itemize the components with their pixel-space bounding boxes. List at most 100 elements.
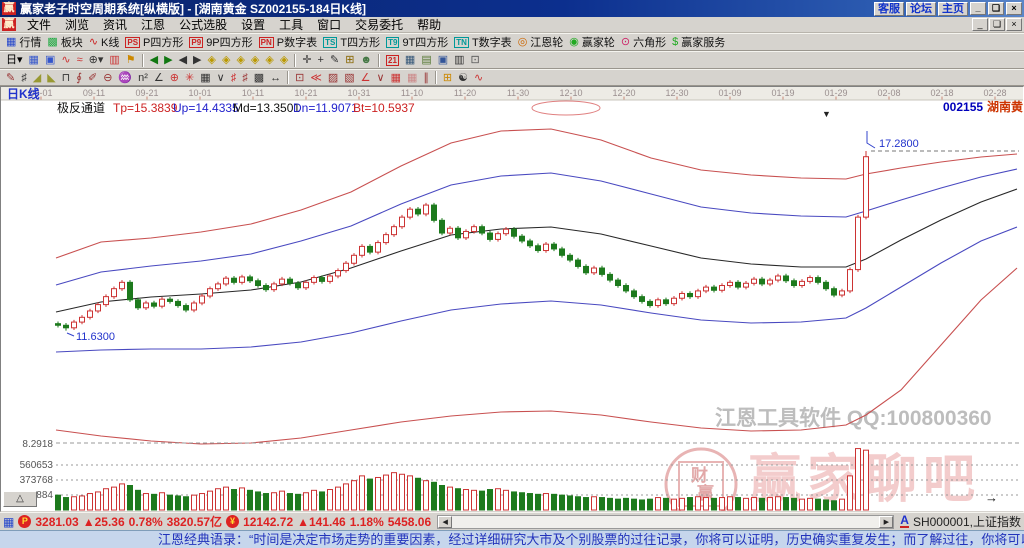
quote-table-icon[interactable]: ▦ [3,515,14,529]
pane-expand-button[interactable]: △ [3,491,37,507]
menu-工具[interactable]: 工具 [272,16,310,33]
sectors-button[interactable]: ▩板块 [44,34,85,50]
forum-button[interactable]: 论坛 [906,2,936,16]
span-arrows-button[interactable]: ↔ [267,70,284,86]
angle-tool-button[interactable]: ∠ [151,70,167,86]
time-fence-button[interactable]: ♯ [228,70,240,86]
menu-浏览[interactable]: 浏览 [58,16,96,33]
remote-sync-button[interactable]: ⊡ [468,52,483,68]
calendar-21-button[interactable]: 21 [383,52,402,68]
t-square-button[interactable]: TST四方形 [320,34,383,50]
p9-square-button[interactable]: P99P四方形 [186,34,255,50]
p-square-button[interactable]: PSP四方形 [122,34,186,50]
tab-daily-kline[interactable]: 日K线 [7,87,40,101]
target-circle-button[interactable]: ⊕ [167,70,182,86]
yinyang-button[interactable]: ☯ [455,70,471,86]
scroll-left-button[interactable]: ◀ [438,516,452,528]
status-scrollbar[interactable]: ◀ ▶ [437,515,894,529]
menu-设置[interactable]: 设置 [234,16,272,33]
pane-scroll-arrow[interactable]: → [985,490,998,505]
t9-square-button[interactable]: T99T四方形 [383,34,451,50]
diamond-v-expand-button[interactable]: ◈ [262,52,276,68]
restore-button[interactable]: ❏ [988,2,1004,15]
hand-tool-button[interactable]: ✛ [299,52,314,68]
color-cube-button[interactable]: ⊞ [440,70,455,86]
chart-layout-button[interactable]: ▦ [26,52,42,68]
winner-service-button[interactable]: $赢家服务 [669,34,728,50]
t-number-table-button[interactable]: TNT数字表 [451,34,514,50]
menu-公式选股[interactable]: 公式选股 [172,16,234,33]
monitor-button[interactable]: ▥ [451,52,467,68]
hexagon-button[interactable]: ⊙六角形 [618,34,669,50]
fan-red-button[interactable]: ≪ [307,70,325,86]
save-disk-button[interactable]: ▣ [435,52,451,68]
wave-major-button[interactable]: ≈ [74,52,86,68]
homepage-button[interactable]: 主页 [938,2,968,16]
diamond-right-button[interactable]: ◈ [219,52,233,68]
kline-style-button[interactable]: ▥ [106,52,122,68]
menu-窗口[interactable]: 窗口 [310,16,348,33]
spiral-tool-button[interactable]: ∮ [73,70,85,86]
kline-button[interactable]: ∿K线 [86,34,123,50]
fan-up-button[interactable]: ◢ [30,70,44,86]
comb-grid-button[interactable]: ♒ [115,70,135,86]
pink-grid-button[interactable]: ▦ [404,70,420,86]
gann-frame-button[interactable]: ⊓ [59,70,74,86]
last-page-button[interactable]: ▶ [161,52,175,68]
eraser-pen-button[interactable]: ✐ [85,70,100,86]
restore-view-button[interactable]: ▣ [42,52,58,68]
dark-grid-button[interactable]: ▦ [197,70,213,86]
check-wave-button[interactable]: ∨ [374,70,388,86]
filled-box-button[interactable]: ▨ [325,70,341,86]
notepad-button[interactable]: ▤ [418,52,434,68]
cycle-ellipse-button[interactable]: ⊖ [100,70,115,86]
trend-angle-button[interactable]: ∠ [358,70,374,86]
n2-square-button[interactable]: n² [135,70,151,86]
box-select-button[interactable]: ⊡ [292,70,307,86]
prev-bar-button[interactable]: ◀ [176,52,190,68]
wave-curve-button[interactable]: ∿ [471,70,486,86]
menu-文件[interactable]: 文件 [20,16,58,33]
dense-grid-button[interactable]: ▩ [251,70,267,86]
mdi-restore-button[interactable]: ❏ [989,18,1005,31]
menu-帮助[interactable]: 帮助 [410,16,448,33]
quotes-button[interactable]: ▦行情 [3,34,44,50]
index-selector[interactable]: SH000001,上证指数 [913,513,1021,530]
scroll-track[interactable] [452,516,879,528]
period-daily-dropdown-button[interactable]: 日▾ [3,52,26,68]
mdi-minimize-button[interactable]: _ [972,18,988,31]
support-button[interactable]: 客服 [874,2,904,16]
price-fence-button[interactable]: ♯ [239,70,251,86]
diamond-h-shrink-button[interactable]: ◈ [248,52,262,68]
menu-江恩[interactable]: 江恩 [134,16,172,33]
gann-wheel-button[interactable]: ◎江恩轮 [515,34,567,50]
mdi-close-button[interactable]: × [1006,18,1022,31]
menu-交易委托[interactable]: 交易委托 [348,16,410,33]
close-button[interactable]: × [1006,2,1022,15]
first-page-button[interactable]: ◀ [147,52,161,68]
chart-canvas[interactable]: 江恩工具软件 QQ:100800360 赢家聊吧 财 赢 09-0109-110… [1,87,1023,511]
fan-down-button[interactable]: ◣ [44,70,58,86]
crosshair-tool-button[interactable]: + [315,52,327,68]
menu-资讯[interactable]: 资讯 [96,16,134,33]
diamond-left-button[interactable]: ◈ [205,52,219,68]
scroll-right-button[interactable]: ▶ [879,516,893,528]
calculator-button[interactable]: ▦ [402,52,418,68]
red-grid-button[interactable]: ▦ [388,70,404,86]
flag-mark-button[interactable]: ⚑ [123,52,139,68]
mascot-face-button[interactable]: ☻ [357,52,375,68]
starburst-button[interactable]: ✳ [182,70,197,86]
wave-v-button[interactable]: ∨ [214,70,228,86]
minimize-button[interactable]: _ [970,2,986,15]
diamond-h-expand-button[interactable]: ◈ [233,52,247,68]
brush-tool-button[interactable]: ✎ [3,70,18,86]
next-bar-button[interactable]: ▶ [190,52,204,68]
shaded-box-button[interactable]: ▧ [341,70,357,86]
winner-wheel-button[interactable]: ◉赢家轮 [566,34,618,50]
pin-dropdown-button[interactable]: ⊕▾ [86,52,107,68]
hash-grid-button[interactable]: ♯ [18,70,30,86]
draw-pointer-button[interactable]: ✎ [327,52,342,68]
hatch-lines-button[interactable]: ∥ [420,70,432,86]
wave-minor-button[interactable]: ∿ [58,52,73,68]
p-number-table-button[interactable]: PNP数字表 [256,34,320,50]
